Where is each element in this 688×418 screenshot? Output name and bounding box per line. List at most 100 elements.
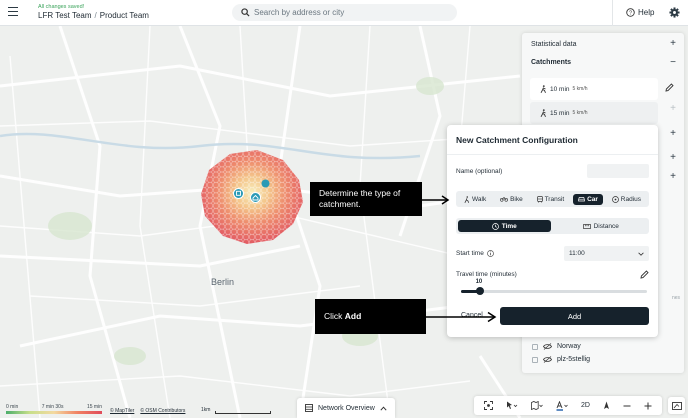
catchment-config-modal: New Catchment Configuration Name (option…	[447, 125, 658, 337]
map-toolbar: 2D	[474, 396, 662, 415]
basemap-button[interactable]	[531, 401, 543, 410]
walk-icon	[540, 85, 546, 93]
walk-icon	[464, 195, 470, 203]
layer-item-plz[interactable]: plz-5stellig	[532, 356, 590, 363]
focus-icon	[484, 401, 494, 410]
compass-icon	[603, 401, 609, 409]
search-input[interactable]	[254, 4, 449, 21]
mode-walk[interactable]: Walk	[459, 194, 491, 205]
collapse-catchments-icon[interactable]: −	[670, 57, 676, 68]
mode-transit[interactable]: Transit	[532, 194, 570, 205]
start-time-value: 11:00	[569, 250, 585, 257]
save-status: All changes saved!	[38, 4, 85, 10]
add-hint-bold: Add	[344, 311, 362, 321]
view-mode-button[interactable]: 2D	[581, 402, 590, 409]
name-input[interactable]	[587, 164, 649, 178]
app-header: All changes saved! LFR Test Team / Product…	[0, 0, 688, 26]
mode-car[interactable]: Car	[573, 193, 603, 205]
breadcrumb: LFR Test Team / Product Team	[38, 11, 149, 20]
bus-icon	[536, 195, 543, 202]
location-pin-icon[interactable]	[233, 188, 244, 201]
select-tool-button[interactable]	[506, 401, 518, 410]
pencil-icon[interactable]	[665, 83, 674, 92]
eye-off-icon[interactable]	[543, 343, 552, 350]
type-hint-callout: Determine the type of catchment.	[310, 182, 422, 216]
bike-icon	[500, 197, 509, 202]
arrow-right-icon	[422, 195, 450, 205]
cursor-icon	[507, 401, 518, 409]
sidebar-toggle-button[interactable]	[668, 397, 685, 414]
add-icon[interactable]: +	[670, 171, 676, 182]
slider-handle[interactable]	[475, 287, 484, 295]
mode-radius[interactable]: Radius	[607, 194, 646, 205]
chevron-down-icon	[638, 252, 644, 256]
clock-icon	[491, 222, 499, 230]
layer-checkbox[interactable]	[532, 356, 538, 363]
minus-icon	[623, 405, 631, 406]
statistical-data-header[interactable]: Statistical data	[531, 41, 577, 48]
layer-label: plz-5stellig	[557, 356, 591, 363]
truncated-text: nes	[672, 295, 681, 301]
font-color-icon	[556, 400, 568, 411]
maptiler-link[interactable]: © MapTiler	[110, 408, 134, 414]
catchment-item[interactable]: 15 min 5 km/h	[530, 102, 658, 124]
start-time-label-row: Start time	[456, 250, 494, 257]
eye-off-icon[interactable]	[543, 356, 552, 363]
marker-dot-icon[interactable]	[261, 179, 270, 188]
scale-label: 1km	[201, 407, 211, 413]
city-label: Berlin	[211, 277, 235, 287]
breadcrumb-project[interactable]: Product Team	[100, 11, 149, 20]
text-color-button[interactable]	[556, 400, 568, 411]
plus-icon	[644, 402, 652, 409]
start-time-select[interactable]: 11:00	[564, 246, 649, 261]
routing-mode-selector: Walk Bike Transit Car Radius	[456, 191, 649, 207]
info-icon[interactable]	[486, 250, 494, 257]
add-statistical-data-icon[interactable]: +	[670, 38, 676, 49]
help-label: Help	[638, 8, 655, 17]
help-button[interactable]: ? Help	[626, 8, 654, 17]
fit-bounds-button[interactable]	[484, 401, 494, 410]
mode-bike[interactable]: Bike	[495, 194, 528, 205]
travel-time-slider[interactable]: 10	[461, 279, 647, 295]
layer-checkbox[interactable]	[532, 343, 538, 350]
add-icon[interactable]: +	[670, 103, 676, 114]
help-icon: ?	[626, 8, 635, 17]
home-pin-icon[interactable]	[250, 192, 261, 205]
name-label: Name (optional)	[456, 168, 503, 175]
scale-bar	[215, 411, 271, 414]
travel-time-legend: 0 min 7 min 30s 15 min	[6, 404, 102, 414]
zoom-out-button[interactable]	[623, 402, 631, 410]
add-button[interactable]: Add	[500, 307, 649, 325]
type-time[interactable]: Time	[458, 220, 551, 232]
travel-time-label: Travel time (minutes)	[456, 271, 517, 278]
add-icon[interactable]: +	[670, 152, 676, 163]
catchments-header[interactable]: Catchments	[531, 59, 571, 66]
catchment-time: 15 min	[550, 109, 570, 117]
catchment-item[interactable]: 10 min 5 km/h	[530, 78, 658, 100]
network-overview-label: Network Overview	[318, 404, 375, 412]
type-label: Time	[501, 222, 517, 230]
menu-icon[interactable]	[8, 7, 18, 17]
pencil-icon[interactable]	[640, 270, 649, 279]
network-overview-toggle[interactable]: Network Overview	[297, 398, 395, 418]
search-bar	[232, 4, 457, 21]
gear-icon[interactable]	[669, 7, 680, 18]
breadcrumb-team[interactable]: LFR Test Team	[38, 11, 92, 20]
table-icon	[305, 404, 313, 412]
mode-label: Transit	[544, 195, 565, 203]
layer-item-norway[interactable]: Norway	[532, 343, 581, 350]
map-icon	[531, 401, 543, 410]
catchment-speed: 5 km/h	[572, 86, 588, 92]
car-icon	[578, 197, 585, 202]
mode-label: Walk	[472, 195, 487, 203]
header-divider	[612, 0, 613, 26]
zoom-in-button[interactable]	[644, 402, 652, 410]
add-icon[interactable]: +	[670, 128, 676, 139]
north-arrow-button[interactable]	[603, 401, 610, 410]
osm-link[interactable]: © OSM Contributors	[140, 408, 185, 414]
catchment-time: 10 min	[550, 85, 570, 93]
search-icon	[241, 8, 250, 17]
svg-text:?: ?	[629, 11, 632, 17]
type-distance[interactable]: Distance	[555, 220, 648, 232]
map-scale: 1km	[201, 407, 271, 414]
